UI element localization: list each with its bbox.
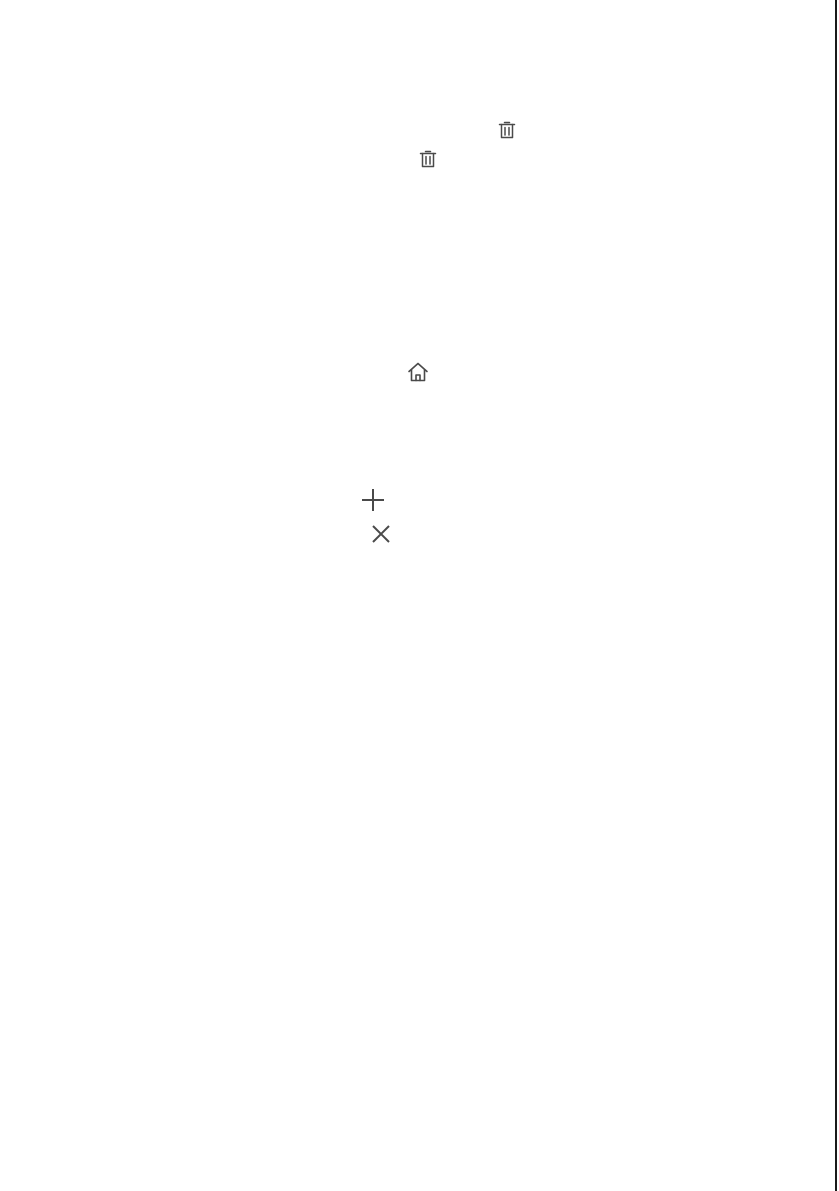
close-icon[interactable] [370,523,392,545]
trash-icon[interactable] [417,148,439,170]
trash-icon[interactable] [496,119,518,141]
page-canvas [0,0,839,1191]
home-icon[interactable] [406,360,430,384]
plus-icon[interactable] [361,488,385,512]
right-edge-divider [835,0,837,1191]
